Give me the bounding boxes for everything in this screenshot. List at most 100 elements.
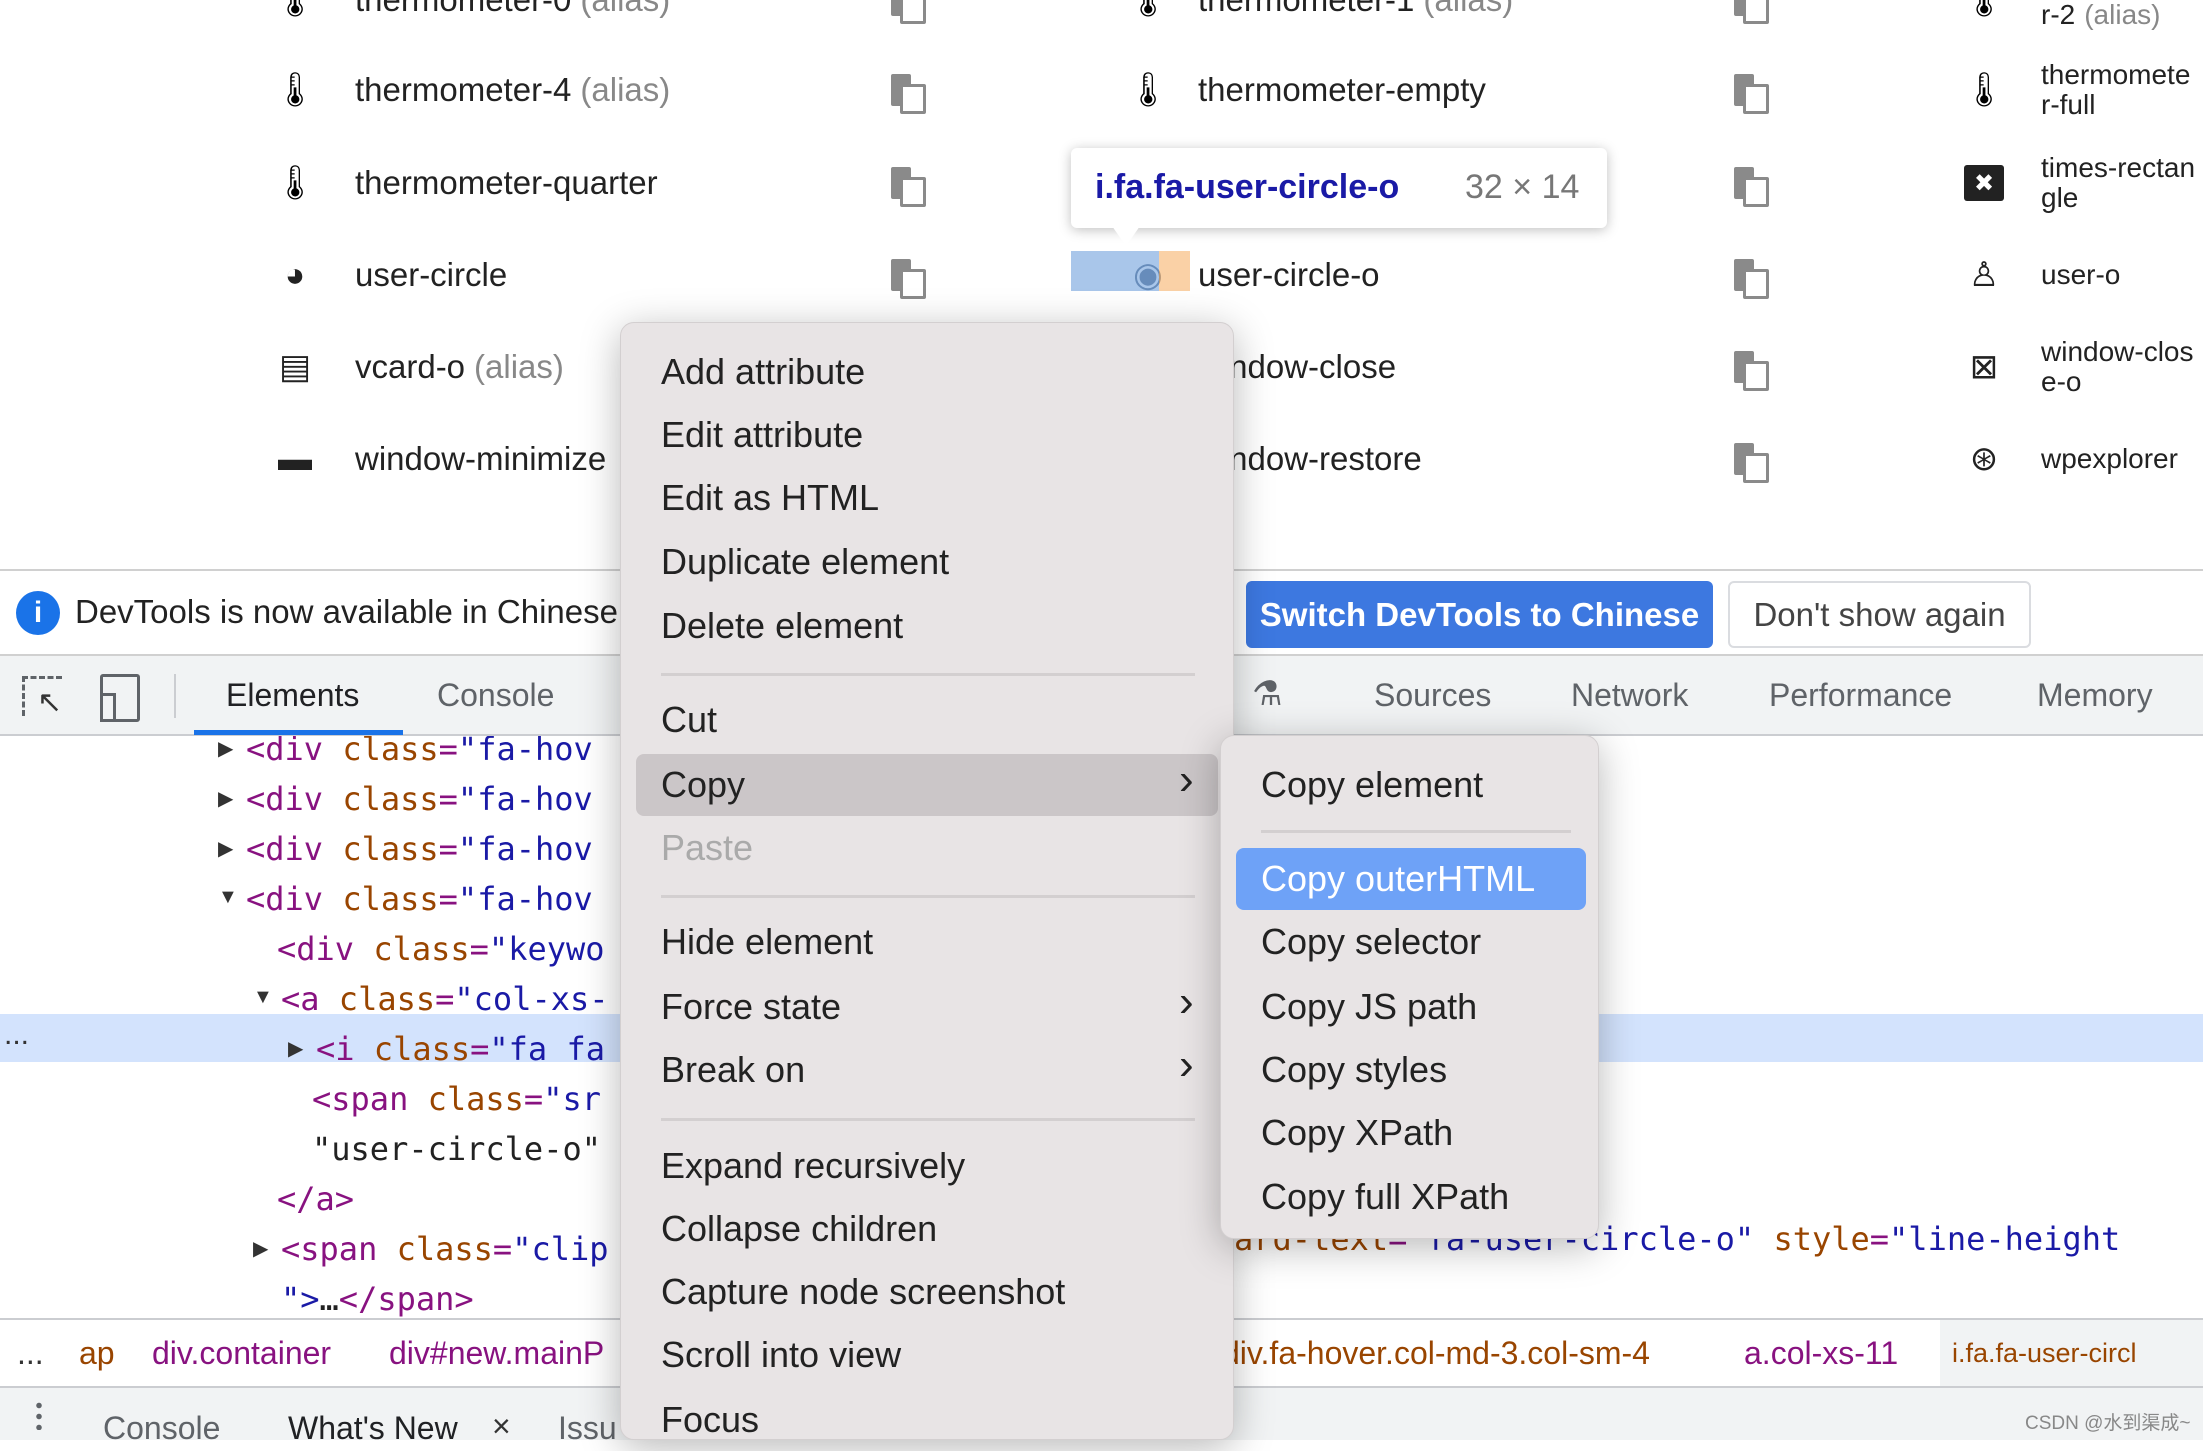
icon-name[interactable]: user-o — [2041, 260, 2199, 290]
copy-icon[interactable] — [891, 165, 926, 207]
dom-line[interactable]: <span class="sr — [312, 1074, 601, 1124]
infobar-message: DevTools is now available in Chinese — [75, 593, 618, 630]
breadcrumb-item[interactable]: div#new.mainP — [389, 1320, 604, 1386]
code-token: </span> — [338, 1280, 474, 1318]
collapse-triangle-icon[interactable]: ▶ — [218, 736, 233, 761]
tooltip-selector: i.fa.fa-user-circle-o — [1095, 168, 1400, 206]
menu-item-delete-element[interactable]: Delete element — [636, 595, 1218, 657]
icon-name[interactable]: times-rectangle — [2041, 153, 2199, 213]
icon-name[interactable]: thermometer-full — [2041, 60, 2199, 120]
switch-language-button[interactable]: Switch DevTools to Chinese — [1246, 581, 1713, 648]
icon-name-text: window-close-o — [2041, 336, 2194, 397]
menu-item-scroll-into-view[interactable]: Scroll into view — [636, 1324, 1218, 1386]
expand-triangle-icon[interactable]: ▼ — [218, 886, 238, 909]
tab-memory[interactable]: Memory — [2037, 656, 2153, 734]
drawer-tab-whats-new[interactable]: What's New — [288, 1410, 458, 1447]
submenu-item-copy-xpath[interactable]: Copy XPath — [1236, 1102, 1586, 1164]
drawer-tab-issues[interactable]: Issu — [558, 1410, 617, 1447]
menu-item-duplicate-element[interactable]: Duplicate element — [636, 531, 1218, 593]
menu-item-hide-element[interactable]: Hide element — [636, 911, 1218, 973]
dont-show-again-button[interactable]: Don't show again — [1728, 581, 2031, 648]
menu-item-capture-node-screenshot[interactable]: Capture node screenshot — [636, 1261, 1218, 1323]
tab-performance[interactable]: Performance — [1769, 656, 1952, 734]
dom-line[interactable]: <a class="col-xs- — [281, 974, 609, 1024]
tab-sources[interactable]: Sources — [1374, 656, 1491, 734]
menu-item-force-state[interactable]: Force state — [636, 976, 1218, 1038]
dom-line[interactable]: <i class="fa fa — [316, 1024, 605, 1074]
icon-name[interactable]: thermometer-quarter — [355, 153, 658, 213]
menu-item-edit-as-html[interactable]: Edit as HTML — [636, 467, 1218, 529]
menu-item-copy[interactable]: Copy — [636, 754, 1218, 816]
icon-name[interactable]: window-close-o — [2041, 337, 2199, 397]
icon-name[interactable]: thermometer-4 (alias) — [355, 60, 670, 120]
menu-separator — [661, 1118, 1195, 1121]
dom-line[interactable]: <div class="fa-hov — [246, 774, 593, 824]
collapse-triangle-icon[interactable]: ▶ — [218, 836, 233, 861]
expand-triangle-icon[interactable]: ▼ — [253, 986, 273, 1009]
submenu-item-copy-outerhtml[interactable]: Copy outerHTML — [1236, 848, 1586, 910]
dom-line[interactable]: <span class="clip — [281, 1224, 609, 1274]
tab-elements[interactable]: Elements — [226, 656, 359, 734]
copy-icon[interactable] — [1734, 0, 1769, 24]
icon-name[interactable]: vcard-o (alias) — [355, 337, 564, 397]
inspect-element-icon[interactable]: ↖ — [22, 676, 62, 719]
icon-name[interactable]: thermometer-1 (alias) — [1198, 0, 1513, 30]
icon-name[interactable]: thermometer-empty — [1198, 60, 1486, 120]
copy-icon[interactable] — [1734, 441, 1769, 483]
copy-submenu: Copy element Copy outerHTML Copy selector C… — [1220, 735, 1599, 1239]
collapse-triangle-icon[interactable]: ▶ — [218, 786, 233, 811]
copy-icon[interactable] — [891, 257, 926, 299]
menu-item-focus[interactable]: Focus — [636, 1389, 1218, 1451]
dom-line[interactable]: <div class="fa-hov — [246, 824, 593, 874]
copy-icon[interactable] — [1734, 72, 1769, 114]
icon-name[interactable]: thermometer-0 (alias) — [355, 0, 670, 30]
copy-icon[interactable] — [891, 0, 926, 24]
copy-icon[interactable] — [1734, 349, 1769, 391]
submenu-item-copy-selector[interactable]: Copy selector — [1236, 911, 1586, 973]
thermometer-icon: 🌡 — [273, 164, 317, 202]
breadcrumb-item[interactable]: div.fa-hover.col-md-3.col-sm-4 — [1222, 1320, 1650, 1386]
device-toolbar-icon[interactable] — [100, 674, 140, 722]
collapse-triangle-icon[interactable]: ▶ — [288, 1036, 303, 1061]
icon-name[interactable]: thermometer-2(alias) — [2041, 0, 2199, 30]
icon-name[interactable]: window-minimize — [355, 429, 606, 489]
breadcrumb-item-selected[interactable]: i.fa.fa-user-circl — [1940, 1320, 2203, 1386]
icon-name[interactable]: wpexplorer — [2041, 444, 2199, 474]
copy-icon[interactable] — [1734, 165, 1769, 207]
tab-network[interactable]: Network — [1571, 656, 1688, 734]
menu-item-add-attribute[interactable]: Add attribute — [636, 341, 1218, 403]
breadcrumb-item[interactable]: a.col-xs-11 — [1744, 1320, 1898, 1386]
icon-name[interactable]: user-circle-o — [1198, 245, 1380, 305]
copy-icon[interactable] — [891, 72, 926, 114]
submenu-item-copy-element[interactable]: Copy element — [1236, 754, 1586, 816]
menu-item-expand-recursively[interactable]: Expand recursively — [636, 1135, 1218, 1197]
code-token: class — [338, 980, 436, 1018]
breadcrumb-more[interactable]: ... — [17, 1320, 44, 1386]
dom-line[interactable]: <div class="keywo — [277, 924, 605, 974]
submenu-item-copy-full-xpath[interactable]: Copy full XPath — [1236, 1166, 1586, 1228]
code-token: "col-xs- — [454, 980, 609, 1018]
code-token: … — [319, 1280, 339, 1318]
copy-icon[interactable] — [1734, 257, 1769, 299]
tab-console[interactable]: Console — [437, 656, 554, 734]
close-icon[interactable]: × — [492, 1408, 511, 1445]
dom-line[interactable]: <div class="fa-hov — [246, 874, 593, 924]
menu-item-edit-attribute[interactable]: Edit attribute — [636, 404, 1218, 466]
submenu-item-copy-styles[interactable]: Copy styles — [1236, 1039, 1586, 1101]
breadcrumb-item[interactable]: ap — [79, 1320, 115, 1386]
icon-name[interactable]: user-circle — [355, 245, 507, 305]
breadcrumb-item[interactable]: div.container — [152, 1320, 331, 1386]
menu-item-break-on[interactable]: Break on — [636, 1039, 1218, 1101]
dom-line[interactable]: ">…</span> — [281, 1274, 474, 1318]
flask-icon[interactable]: ⚗ — [1252, 674, 1282, 714]
drawer-tab-console[interactable]: Console — [103, 1410, 220, 1447]
menu-item-cut[interactable]: Cut — [636, 689, 1218, 751]
collapse-triangle-icon[interactable]: ▶ — [253, 1236, 268, 1261]
dom-line[interactable]: "user-circle-o" — [312, 1124, 601, 1174]
submenu-item-copy-js-path[interactable]: Copy JS path — [1236, 976, 1586, 1038]
menu-item-collapse-children[interactable]: Collapse children — [636, 1198, 1218, 1260]
dom-line[interactable]: <div class="fa-hov — [246, 736, 593, 774]
drawer-menu-icon[interactable] — [36, 1400, 42, 1430]
dom-line[interactable]: </a> — [277, 1174, 354, 1224]
node-actions-ellipsis[interactable]: ... — [4, 1018, 29, 1052]
